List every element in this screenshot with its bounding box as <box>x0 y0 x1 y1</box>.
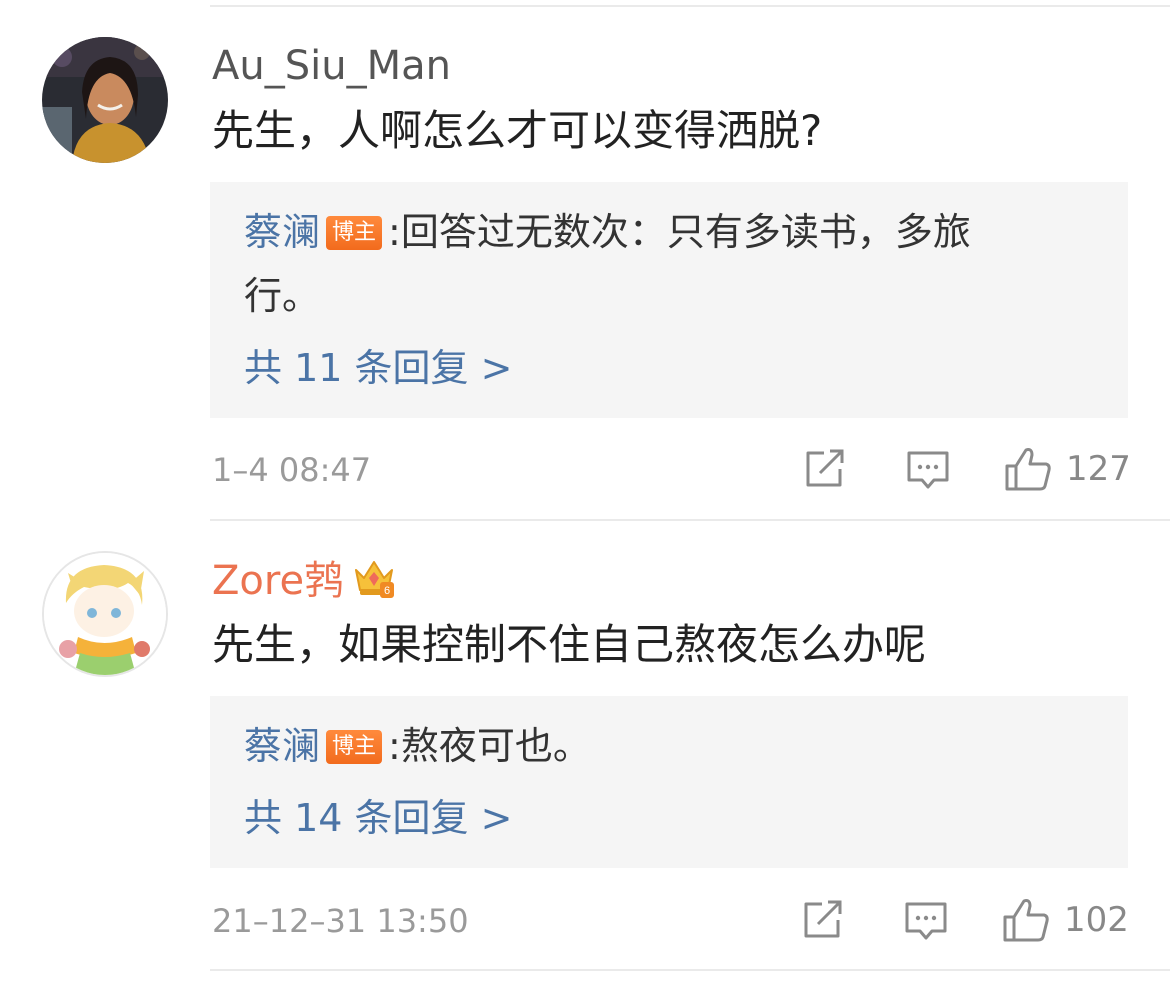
comment-item: Au_Siu_Man 先生，人啊怎么才可以变得洒脱? 蔡澜 博主:回答过无数次：只… <box>0 0 1170 520</box>
comment-icon <box>905 902 947 940</box>
reply-author[interactable]: 蔡澜 <box>244 210 320 254</box>
comment-timestamp: 21–12–31 13:50 <box>212 902 469 940</box>
thumbs-up-icon <box>1003 899 1049 942</box>
comment-text: 先生，人啊怎么才可以变得洒脱? <box>212 106 823 155</box>
like-count: 127 <box>1066 449 1131 489</box>
reply-text: 回答过无数次：只有多读书，多旅 <box>400 210 971 254</box>
reply-preview[interactable]: 蔡澜 博主:回答过无数次：只有多读书，多旅行。 共 11 条回复 > <box>210 182 1128 418</box>
svg-text:6: 6 <box>384 585 390 597</box>
like-button[interactable]: 102 <box>1002 897 1129 943</box>
comment-icon <box>907 451 949 489</box>
comment-username[interactable]: Zore鹁 6 <box>212 556 396 605</box>
username-text: Au_Siu_Man <box>212 43 451 89</box>
comment-feed: Au_Siu_Man 先生，人啊怎么才可以变得洒脱? 蔡澜 博主:回答过无数次：只… <box>0 0 1170 986</box>
like-button[interactable]: 127 <box>1004 446 1131 492</box>
host-badge: 博主 <box>326 730 383 764</box>
share-icon <box>804 900 842 938</box>
username-text: Zore鹁 <box>212 558 345 604</box>
like-count: 102 <box>1064 900 1129 940</box>
reply-text: 熬夜可也。 <box>400 724 591 768</box>
reply-text-continued: 行。 <box>244 274 321 318</box>
comment-button[interactable] <box>906 450 950 490</box>
reply-separator: : <box>388 210 401 254</box>
reply-content: 蔡澜 博主:回答过无数次：只有多读书，多旅行。 <box>244 200 1088 328</box>
reply-separator: : <box>388 724 401 768</box>
share-button[interactable] <box>802 900 844 940</box>
comment-item: Zore鹁 6 先生，如果控制不住自己熬夜怎么办呢 蔡澜 博主:熬夜可也。 共 1… <box>0 520 1170 986</box>
share-button[interactable] <box>804 449 846 489</box>
reply-preview[interactable]: 蔡澜 博主:熬夜可也。 共 14 条回复 > <box>210 696 1128 868</box>
divider-bottom <box>210 969 1170 971</box>
avatar[interactable] <box>42 37 168 163</box>
reply-author[interactable]: 蔡澜 <box>244 724 320 768</box>
share-icon <box>806 449 844 487</box>
reply-content: 蔡澜 博主:熬夜可也。 <box>244 714 1088 778</box>
host-badge: 博主 <box>326 216 383 250</box>
avatar[interactable] <box>42 551 168 677</box>
comment-button[interactable] <box>904 901 948 941</box>
comment-text: 先生，如果控制不住自己熬夜怎么办呢 <box>212 620 927 669</box>
comment-username[interactable]: Au_Siu_Man <box>212 42 451 90</box>
crown-badge-icon: 6 <box>355 561 395 598</box>
view-replies-link[interactable]: 共 11 条回复 > <box>244 344 512 392</box>
view-replies-link[interactable]: 共 14 条回复 > <box>244 794 512 842</box>
comment-timestamp: 1–4 08:47 <box>212 451 372 489</box>
thumbs-up-icon <box>1005 448 1051 491</box>
